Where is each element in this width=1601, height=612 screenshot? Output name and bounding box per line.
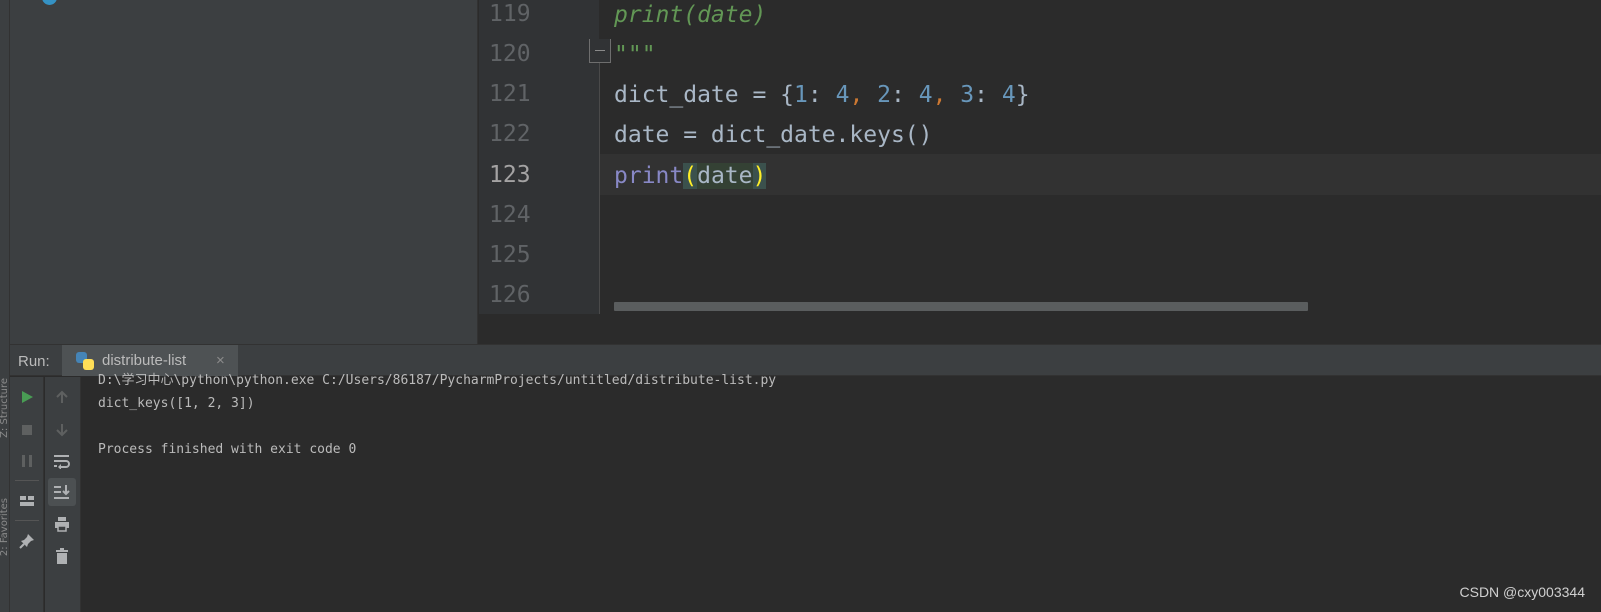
editor-gutter: 119 120 121 122 123 124 125 126 xyxy=(479,0,599,314)
editor-bottom-margin xyxy=(479,314,1601,344)
editor-horizontal-scrollbar[interactable] xyxy=(614,302,1308,311)
line-number: 121 xyxy=(489,81,531,107)
code-token: 4 xyxy=(918,82,933,108)
line-number: 124 xyxy=(489,202,531,228)
toolbar-separator xyxy=(15,520,39,521)
run-console[interactable]: D:\学习中心\python\python.exe C:/Users/86187… xyxy=(82,373,1601,612)
arrow-down-icon[interactable] xyxy=(48,416,76,444)
line-number: 122 xyxy=(489,121,531,147)
soft-wrap-icon[interactable] xyxy=(48,447,76,475)
stop-icon[interactable] xyxy=(13,416,41,444)
left-tool-strip: Z: Structure 2: Favorites xyxy=(0,0,10,612)
layout-icon[interactable] xyxy=(13,487,41,515)
brace-match-open: ( xyxy=(683,163,698,189)
code-line-121: dict_date = {1: 4, 2: 4, 3: 4} xyxy=(614,80,1030,120)
code-token: 4 xyxy=(1001,82,1016,108)
code-token: 3 xyxy=(960,82,975,108)
scroll-to-end-icon[interactable] xyxy=(48,478,76,506)
code-token: print xyxy=(614,163,684,189)
run-tab-label: distribute-list xyxy=(102,352,187,369)
code-token: 1 xyxy=(794,82,808,108)
toolbar-separator xyxy=(15,480,39,481)
console-line: Process finished with exit code 0 xyxy=(98,442,357,457)
code-line-122: date = dict_date.keys() xyxy=(614,122,933,148)
code-token: 4 xyxy=(835,82,850,108)
code-token: : xyxy=(891,82,919,108)
python-icon xyxy=(76,352,94,370)
pause-icon[interactable] xyxy=(13,447,41,475)
code-line-120: """ xyxy=(614,42,656,68)
project-panel xyxy=(10,0,478,344)
run-label: Run: xyxy=(18,353,50,370)
code-token: : xyxy=(807,82,836,108)
code-token: , xyxy=(932,82,961,108)
code-line-119: print(date) xyxy=(614,2,767,28)
fold-guide xyxy=(599,63,600,314)
line-number: 119 xyxy=(489,1,531,27)
run-toolbar-primary xyxy=(10,377,44,612)
brace-match-close: ) xyxy=(752,163,767,189)
line-number-active: 123 xyxy=(489,162,531,188)
console-line: D:\学习中心\python\python.exe C:/Users/86187… xyxy=(98,373,777,388)
console-line: dict_keys([1, 2, 3]) xyxy=(98,396,255,411)
code-token: 2 xyxy=(877,82,892,108)
favorites-tool-label[interactable]: 2: Favorites xyxy=(0,498,10,556)
print-icon[interactable] xyxy=(48,510,76,538)
watermark: CSDN @cxy003344 xyxy=(1459,584,1586,600)
trash-icon[interactable] xyxy=(48,542,76,570)
run-toolbar-secondary xyxy=(45,377,81,612)
structure-tool-label[interactable]: Z: Structure xyxy=(0,378,10,438)
pin-icon[interactable] xyxy=(13,527,41,555)
close-icon[interactable]: × xyxy=(216,352,225,369)
code-token: } xyxy=(1015,82,1030,108)
code-token: dict_date = xyxy=(614,82,781,108)
code-token: , xyxy=(849,82,878,108)
code-token: { xyxy=(780,82,795,108)
play-icon[interactable] xyxy=(13,383,41,411)
info-indicator-icon xyxy=(42,0,57,5)
line-number: 125 xyxy=(489,242,531,268)
code-token: date xyxy=(697,163,753,189)
line-number: 120 xyxy=(489,41,531,67)
arrow-up-icon[interactable] xyxy=(48,383,76,411)
fold-collapse-icon[interactable] xyxy=(589,39,611,63)
code-token: : xyxy=(974,82,1002,108)
code-line-123: print(date) xyxy=(614,161,767,201)
